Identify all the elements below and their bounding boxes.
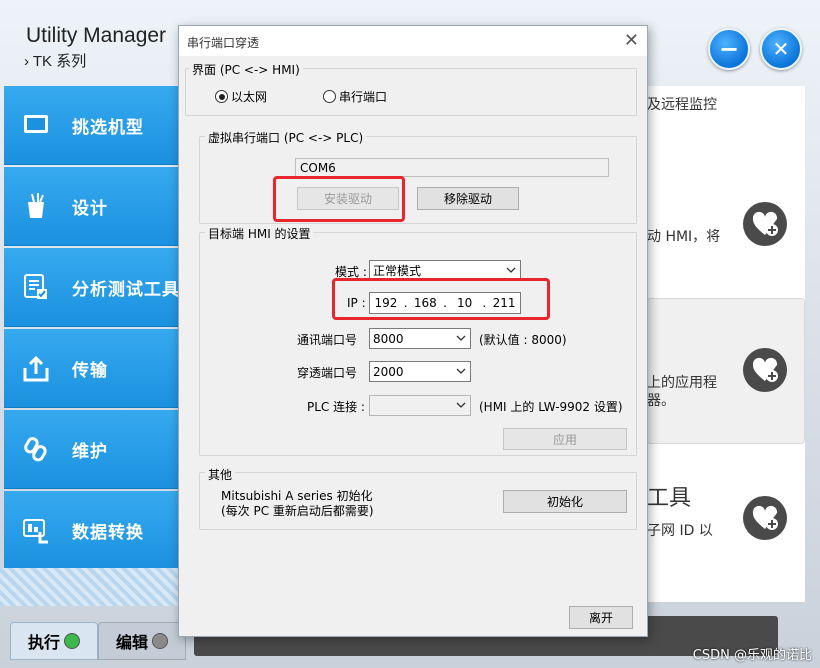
initialize-button[interactable]: 初始化: [503, 490, 627, 513]
mode-value: 正常模式: [373, 264, 422, 278]
sidebar-footer-decoration: [0, 568, 180, 606]
sidebar-item-transfer[interactable]: 传输: [4, 329, 180, 408]
feature-text: 动 HMI，将: [647, 229, 721, 245]
mode-label: 模式 :: [335, 265, 367, 279]
comm-port-label: 通讯端口号: [297, 333, 358, 347]
close-icon[interactable]: ✕: [624, 30, 639, 51]
ip-octet-2[interactable]: 168: [409, 296, 441, 310]
ip-separator: .: [482, 296, 487, 310]
link-icon: [22, 435, 50, 463]
leave-button[interactable]: 离开: [569, 606, 633, 629]
sidebar-item-label: 分析测试工具: [72, 279, 180, 300]
passthrough-port-label: 穿透端口号: [297, 366, 358, 380]
dialog-title: 串行端口穿透: [187, 36, 260, 50]
tab-edit[interactable]: 编辑: [98, 622, 186, 660]
feature-heading: 工具: [647, 486, 692, 511]
sidebar-item-label: 设计: [72, 198, 108, 219]
close-app-button[interactable]: ✕: [760, 28, 802, 70]
dialog-titlebar: 串行端口穿透 ✕: [179, 26, 647, 56]
app-title: Utility Manager: [26, 24, 167, 47]
sidebar-item-label: 数据转换: [72, 522, 144, 543]
radio-serial-label: 串行端口: [339, 90, 388, 104]
radio-ethernet[interactable]: 以太网: [215, 88, 267, 105]
apply-label: 应用: [552, 432, 577, 447]
comm-port-select[interactable]: 8000: [369, 328, 471, 349]
passthrough-port-select[interactable]: 2000: [369, 361, 471, 382]
close-icon: ✕: [772, 37, 790, 61]
sidebar: 挑选机型 设计 分析测试工具 传输 维护 数据转换: [4, 86, 180, 572]
active-dot-icon: [64, 633, 80, 649]
ip-octet-3[interactable]: 10: [449, 296, 481, 310]
sidebar-item-label: 传输: [72, 360, 108, 381]
virtual-port-group: [199, 136, 637, 224]
passthrough-port-value: 2000: [373, 364, 404, 379]
plc-connection-select[interactable]: [369, 395, 471, 416]
sidebar-item-analysis-tools[interactable]: 分析测试工具: [4, 248, 180, 327]
sidebar-item-maintenance[interactable]: 维护: [4, 410, 180, 489]
add-favorite-icon[interactable]: [743, 348, 787, 392]
remove-driver-button[interactable]: 移除驱动: [417, 187, 519, 210]
sidebar-item-label: 维护: [72, 441, 108, 462]
install-driver-label: 安装驱动: [323, 192, 372, 206]
watermark: CSDN @乐观的诺比: [692, 648, 812, 663]
ip-separator: .: [403, 296, 408, 310]
apply-button[interactable]: 应用: [503, 428, 627, 450]
feature-text: 子网 ID 以: [647, 523, 713, 539]
chevron-down-icon: [506, 267, 516, 273]
add-favorite-icon[interactable]: [743, 496, 787, 540]
radio-serial-port[interactable]: 串行端口: [323, 88, 387, 105]
chevron-down-icon: [456, 402, 466, 408]
ip-octet-4[interactable]: 211: [488, 296, 520, 310]
initialize-label: 初始化: [546, 495, 583, 509]
checklist-icon: [22, 273, 50, 301]
remove-driver-label: 移除驱动: [443, 192, 492, 206]
ip-octet-1[interactable]: 192: [370, 296, 402, 310]
sidebar-item-label: 挑选机型: [72, 117, 144, 138]
mode-select[interactable]: 正常模式: [369, 260, 521, 281]
upload-icon: [22, 354, 50, 382]
plc-note: (HMI 上的 LW-9902 设置): [479, 400, 623, 414]
interface-legend: 界面 (PC <-> HMI): [189, 61, 303, 78]
feature-text: 及远程监控: [647, 97, 717, 113]
feature-text: 上的应用程: [647, 375, 717, 391]
radio-ethernet-label: 以太网: [231, 90, 268, 104]
feature-panel: 及远程监控 动 HMI，将 上的应用程 器。 工具 子网 ID 以: [646, 86, 805, 602]
com-port-field[interactable]: COM6: [295, 158, 609, 177]
tab-run[interactable]: 执行: [10, 622, 98, 660]
monitor-icon: [22, 111, 50, 139]
plc-connection-label: PLC 连接 :: [307, 400, 365, 414]
virtual-port-legend: 虚拟串行端口 (PC <-> PLC): [205, 129, 367, 146]
radio-unselected-icon: [323, 90, 336, 103]
restart-note-text: (每次 PC 重新启动后都需要): [221, 504, 374, 518]
sidebar-item-select-model[interactable]: 挑选机型: [4, 86, 180, 165]
com-port-value: COM6: [300, 160, 336, 175]
tab-run-label: 执行: [27, 633, 60, 652]
pencil-cup-icon: [22, 192, 50, 220]
comm-port-default: (默认值 : 8000): [479, 333, 567, 347]
radio-selected-icon: [215, 90, 228, 103]
sidebar-item-design[interactable]: 设计: [4, 167, 180, 246]
ip-label: IP :: [347, 296, 366, 310]
feature-card[interactable]: 及远程监控: [647, 86, 805, 186]
app-series: › TK 系列: [24, 53, 87, 70]
install-driver-button[interactable]: 安装驱动: [297, 187, 399, 210]
tab-edit-label: 编辑: [115, 633, 148, 652]
hmi-settings-legend: 目标端 HMI 的设置: [205, 225, 314, 242]
sidebar-item-data-convert[interactable]: 数据转换: [4, 491, 180, 570]
ip-separator: .: [443, 296, 447, 310]
add-favorite-icon[interactable]: [743, 202, 787, 246]
other-legend: 其他: [205, 466, 236, 483]
minus-icon: −: [718, 35, 740, 63]
minus-dot-icon: [152, 633, 168, 649]
minimize-button[interactable]: −: [708, 28, 750, 70]
mode-tabs: 执行 编辑: [0, 616, 186, 668]
chevron-down-icon: [456, 335, 466, 341]
data-convert-icon: [22, 516, 50, 544]
leave-label: 离开: [588, 611, 613, 625]
feature-text: 器。: [647, 393, 675, 409]
serial-port-passthrough-dialog: 串行端口穿透 ✕ 界面 (PC <-> HMI) 以太网 串行端口 虚拟串行端口…: [178, 25, 648, 637]
ip-address-field[interactable]: 192 . 168 . 10 . 211: [369, 292, 521, 314]
comm-port-value: 8000: [373, 331, 404, 346]
chevron-down-icon: [456, 368, 466, 374]
